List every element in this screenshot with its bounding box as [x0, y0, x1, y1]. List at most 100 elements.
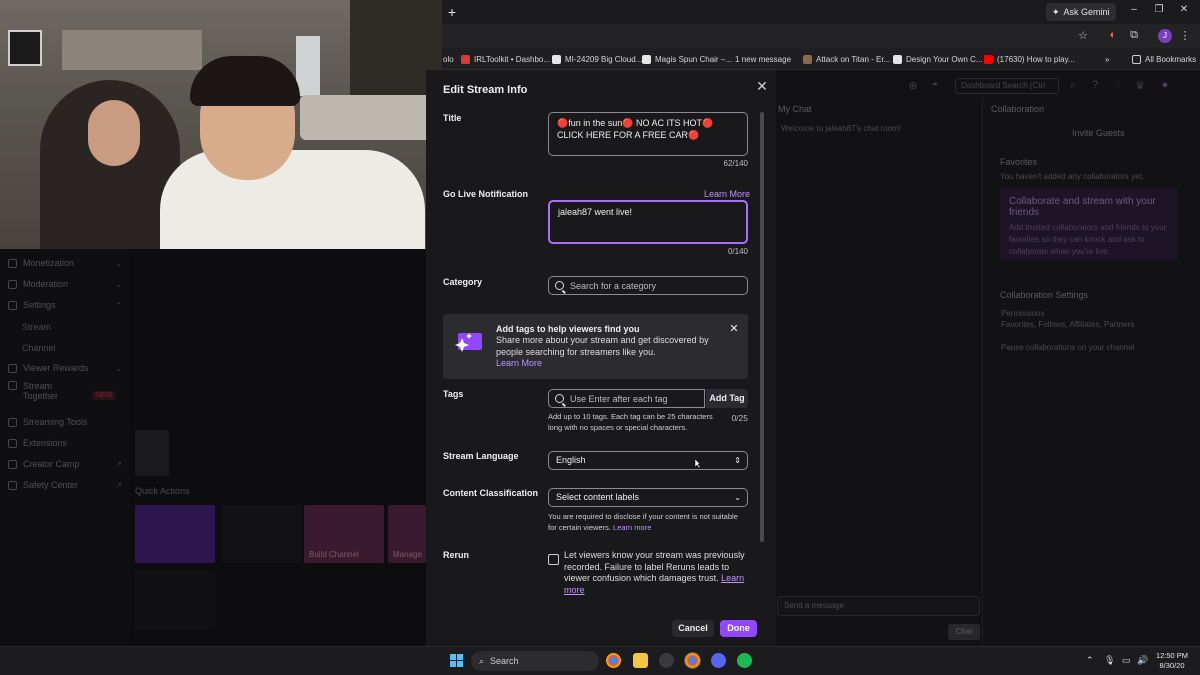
pause-collab-link[interactable]: Pause collaborations on your channel — [1001, 343, 1134, 352]
moderation-icon — [8, 279, 17, 289]
windows-start-icon[interactable] — [450, 654, 463, 667]
sidebar-item-safety-center[interactable]: Safety Center ↗ — [8, 477, 122, 493]
monetization-icon — [8, 258, 17, 268]
spotify-icon[interactable] — [737, 653, 752, 668]
category-search-input[interactable]: Search for a category — [548, 276, 748, 295]
all-bookmarks[interactable]: All Bookmarks — [1132, 52, 1196, 66]
rerun-checkbox[interactable] — [548, 554, 559, 565]
channel-avatar[interactable]: ● — [1158, 79, 1172, 91]
no-collaborators-text: You haven't added any collaborators yet. — [1000, 172, 1144, 181]
my-chat-heading: My Chat — [778, 104, 812, 114]
user-icon[interactable]: ◓ — [928, 79, 942, 91]
sidebar-item-streaming-tools[interactable]: Streaming Tools — [8, 414, 122, 430]
irltoolkit-favicon — [461, 54, 470, 64]
extensions-icon — [8, 438, 17, 448]
classification-help: You are required to disclose if your con… — [548, 512, 738, 532]
sidebar-subitem-stream[interactable]: Stream — [22, 322, 51, 332]
prime-icon[interactable]: ♛ — [1133, 79, 1147, 92]
add-quick-action-tile[interactable] — [135, 571, 215, 629]
taskbar-clock[interactable]: 12:50 PM 8/30/20 — [1150, 651, 1194, 671]
stream-language-select[interactable]: English ⇕ — [548, 451, 748, 470]
bookmark-mi-24209[interactable]: MI-24209 Big Cloud... — [552, 52, 642, 66]
sidebar-item-viewer-rewards[interactable]: Viewer Rewards ⌄ — [8, 360, 122, 376]
profile-avatar[interactable]: J — [1158, 29, 1172, 43]
invite-guests-button[interactable]: Invite Guests — [1072, 128, 1125, 138]
collaboration-heading: Collaboration — [991, 104, 1045, 114]
send-message-input[interactable]: Send a message — [777, 596, 980, 616]
windows-taskbar — [0, 646, 1200, 675]
webcam-jersey-frame — [8, 30, 42, 66]
dashboard-search-input[interactable]: Dashboard Search (Ctrl — [955, 78, 1059, 94]
learn-more-link[interactable]: Learn More — [704, 189, 750, 199]
chrome-icon[interactable] — [606, 653, 621, 668]
cancel-button[interactable]: Cancel — [672, 620, 714, 637]
file-explorer-icon[interactable] — [633, 653, 648, 668]
webcam-door — [296, 36, 320, 96]
bookmark-olo[interactable]: olo — [443, 52, 454, 66]
help-icon[interactable]: ? — [1088, 79, 1102, 91]
content-classification-label: Content Classification — [443, 488, 539, 498]
quick-actions-heading: Quick Actions — [135, 486, 190, 496]
ask-gemini-button[interactable]: ✦ Ask Gemini — [1046, 3, 1116, 21]
puzzle-icon[interactable]: ⧉ — [1127, 29, 1141, 42]
notifications-icon[interactable]: ◌ — [1110, 79, 1124, 91]
chrome-active-icon[interactable] — [684, 652, 701, 669]
add-tag-button[interactable]: Add Tag — [706, 389, 748, 408]
tray-chevron-icon[interactable]: ⌃ — [1086, 655, 1094, 666]
new-tab-button[interactable]: + — [446, 4, 458, 20]
sidebar-item-extensions[interactable]: Extensions — [8, 435, 122, 451]
quick-action-tile-1[interactable] — [135, 505, 215, 563]
kebab-menu-icon[interactable]: ⋮ — [1178, 29, 1192, 42]
star-icon[interactable]: ☆ — [1076, 29, 1090, 42]
sidebar-item-moderation[interactable]: Moderation ⌄ — [8, 276, 122, 292]
bookmark-new-message[interactable]: 1 new message — [735, 52, 791, 66]
search-icon[interactable]: ⌕ — [1066, 79, 1080, 92]
rewards-icon — [8, 363, 17, 373]
sidebar-subitem-channel[interactable]: Channel — [22, 343, 56, 353]
image-placeholder-icon — [135, 430, 169, 476]
volume-icon[interactable]: 🔊 — [1137, 655, 1148, 666]
content-labels-select[interactable]: Select content labels ⌄ — [548, 488, 748, 507]
title-label: Title — [443, 113, 462, 123]
webcam-face-left — [88, 100, 140, 166]
quick-action-tile-2[interactable] — [222, 505, 302, 563]
sidebar-item-monetization[interactable]: Monetization ⌄ — [8, 255, 122, 271]
banner-learn-more-link[interactable]: Learn More — [496, 358, 542, 368]
bookmark-attack-on-titan[interactable]: Attack on Titan - Er... — [803, 52, 890, 66]
stream-language-label: Stream Language — [443, 451, 519, 461]
close-window-icon[interactable]: ✕ — [1178, 4, 1190, 15]
obs-icon[interactable] — [659, 653, 674, 668]
chat-send-button[interactable]: Chat — [948, 624, 980, 640]
microphone-icon[interactable]: 🎙 — [1104, 655, 1115, 666]
bookmark-magis[interactable]: Magis Spun Chair –... — [642, 52, 732, 66]
mi-favicon — [552, 54, 561, 64]
bookmark-irltoolkit[interactable]: IRLToolkit • Dashbo... — [461, 52, 550, 66]
discord-icon[interactable] — [711, 653, 726, 668]
folder-icon — [1132, 54, 1141, 64]
mouse-cursor-icon — [694, 459, 700, 469]
bookmark-design-your-own[interactable]: Design Your Own C... — [893, 52, 982, 66]
sidebar-item-settings[interactable]: Settings ⌃ — [8, 297, 122, 313]
build-channel-tile[interactable]: Build Channel — [304, 505, 384, 563]
manage-tile[interactable]: Manage — [388, 505, 426, 563]
taskbar-search[interactable]: ⌕ Search — [471, 651, 599, 671]
sidebar-item-creator-camp[interactable]: Creator Camp ↗ — [8, 456, 122, 472]
title-textarea[interactable]: 🔴fun in the sun🔴 NO AC ITS HOT🔴 CLICK HE… — [548, 112, 748, 156]
display-icon[interactable]: ▭ — [1122, 655, 1131, 666]
chevron-down-icon: ⌄ — [734, 493, 741, 502]
close-icon[interactable]: ✕ — [756, 78, 768, 95]
go-live-label: Go Live Notification — [443, 189, 529, 199]
classification-learn-more-link[interactable]: Learn more — [613, 523, 651, 532]
done-button[interactable]: Done — [720, 620, 757, 637]
camp-icon — [8, 459, 17, 469]
bookmark-youtube[interactable]: (17630) How to play... — [984, 52, 1075, 66]
modal-scrollbar[interactable] — [760, 112, 764, 542]
tags-input[interactable]: Use Enter after each tag — [548, 389, 705, 408]
plus-circle-icon[interactable]: ⊕ — [906, 79, 920, 92]
go-live-notification-textarea[interactable]: jaleah87 went live! — [548, 200, 748, 244]
banner-close-icon[interactable]: ✕ — [729, 322, 739, 335]
maximize-icon[interactable]: ❐ — [1153, 4, 1165, 15]
minimize-icon[interactable]: – — [1128, 4, 1140, 15]
more-bookmarks-icon[interactable]: » — [1105, 52, 1109, 66]
extension-orange-icon[interactable]: ◐ — [1106, 29, 1120, 41]
